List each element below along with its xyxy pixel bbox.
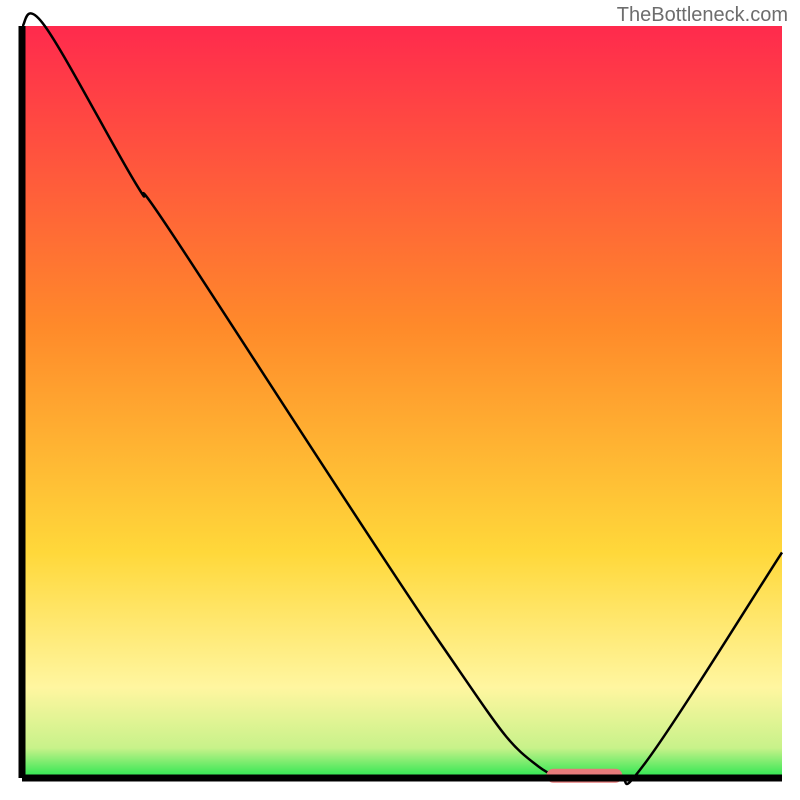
watermark-text: TheBottleneck.com	[617, 4, 788, 27]
chart-container: TheBottleneck.com	[0, 0, 800, 800]
bottleneck-chart	[0, 0, 800, 800]
plot-background	[22, 26, 782, 778]
